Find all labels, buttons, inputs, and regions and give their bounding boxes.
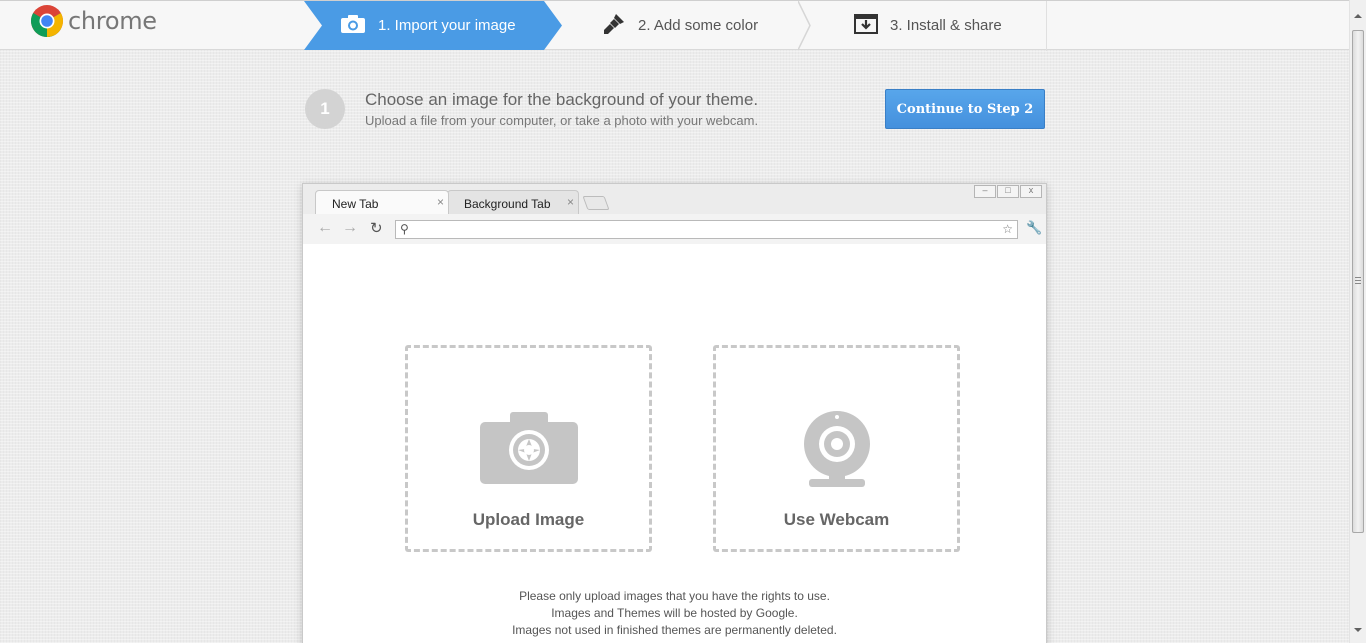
scroll-grip-icon <box>1355 277 1361 284</box>
upload-image-label: Upload Image <box>472 510 585 529</box>
chrome-logo[interactable]: chrome <box>30 4 157 38</box>
step-label: 3. Install & share <box>890 17 1002 34</box>
paintbrush-icon <box>602 12 626 40</box>
instruction-title: Choose an image for the background of yo… <box>365 90 759 109</box>
tab-close-icon: × <box>436 195 444 209</box>
use-webcam-label: Use Webcam <box>783 510 890 529</box>
forward-arrow-icon: → <box>342 219 358 236</box>
reload-icon: ↻ <box>370 220 383 237</box>
scroll-up-icon[interactable] <box>1354 14 1362 18</box>
theme-preview-browser: – □ x Background Tab × New Tab × ← → ↻ ⚲… <box>302 183 1047 643</box>
camera-icon <box>340 14 366 38</box>
header-divider <box>1046 1 1047 51</box>
step-add-color[interactable]: 2. Add some color <box>560 1 810 50</box>
preview-toolbar: ← → ↻ ⚲ ☆ 🔧 <box>303 214 1046 244</box>
preview-omnibox: ⚲ ☆ <box>395 220 1018 239</box>
new-tab-icon <box>582 196 610 210</box>
step-label: 1. Import your image <box>378 17 516 34</box>
wrench-icon: 🔧 <box>1026 220 1043 235</box>
note-line: Images not used in finished themes are p… <box>512 623 837 637</box>
continue-button[interactable]: Continue to Step 2 <box>885 89 1045 129</box>
scroll-down-icon[interactable] <box>1354 628 1362 632</box>
scroll-thumb[interactable] <box>1352 30 1364 533</box>
tab-label: New Tab <box>332 197 379 211</box>
search-icon: ⚲ <box>400 222 409 236</box>
note-line: Please only upload images that you have … <box>519 589 830 603</box>
chrome-logo-icon <box>31 5 63 37</box>
step-label: 2. Add some color <box>638 17 759 34</box>
star-icon: ☆ <box>1002 222 1013 236</box>
camera-icon <box>408 408 649 486</box>
webcam-icon <box>716 408 957 490</box>
upload-image-option[interactable]: Upload Image <box>405 345 652 552</box>
note-line: Images and Themes will be hosted by Goog… <box>551 606 798 620</box>
preview-tab-new: New Tab × <box>315 190 449 214</box>
use-webcam-option[interactable]: Use Webcam <box>713 345 960 552</box>
maximize-icon: □ <box>997 185 1019 198</box>
tab-close-icon: × <box>566 195 574 209</box>
window-controls: – □ x <box>973 185 1042 198</box>
instruction-subtitle: Upload a file from your computer, or tak… <box>365 113 759 128</box>
step-number-badge: 1 <box>305 89 345 129</box>
top-header: chrome 1. Import your image 2. Add some … <box>0 0 1349 51</box>
tab-label: Background Tab <box>464 197 551 211</box>
download-icon <box>854 13 878 38</box>
preview-tab-background: Background Tab × <box>447 190 579 214</box>
page-scrollbar[interactable] <box>1349 0 1366 643</box>
step-install-share[interactable]: 3. Install & share <box>812 1 1048 50</box>
step-import-image[interactable]: 1. Import your image <box>304 1 562 50</box>
close-window-icon: x <box>1020 185 1042 198</box>
minimize-icon: – <box>974 185 996 198</box>
upload-notes: Please only upload images that you have … <box>303 588 1046 639</box>
back-arrow-icon: ← <box>317 219 333 236</box>
logo-wordmark: chrome <box>68 7 157 35</box>
preview-browser-frame: – □ x Background Tab × New Tab × ← → ↻ ⚲… <box>303 184 1046 244</box>
